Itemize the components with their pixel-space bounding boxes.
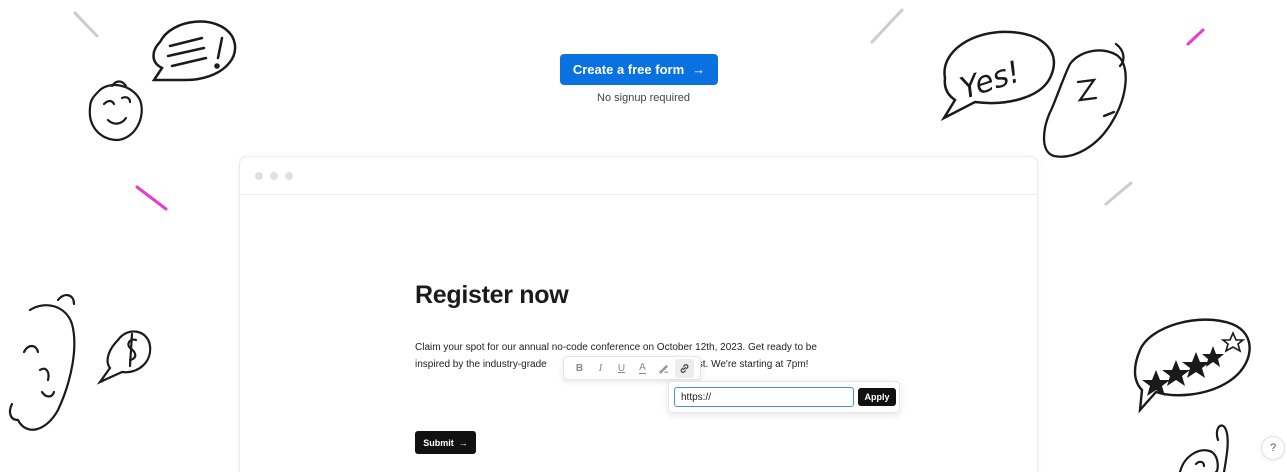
highlight-button[interactable] bbox=[654, 359, 673, 378]
italic-button[interactable]: I bbox=[591, 359, 610, 378]
window-dot-icon bbox=[270, 172, 278, 180]
landing-page: Yes! Create a free form → No signup requ… bbox=[0, 0, 1287, 472]
highlight-icon bbox=[659, 364, 669, 374]
face-doodle-bottom-right-icon bbox=[1178, 424, 1229, 472]
underline-button[interactable]: U bbox=[612, 359, 631, 378]
link-url-input[interactable] bbox=[674, 387, 854, 407]
submit-button[interactable]: Submit → bbox=[415, 431, 476, 454]
face-doodle-bottom-icon bbox=[8, 294, 76, 431]
help-button[interactable]: ? bbox=[1261, 436, 1285, 460]
headline-clipped bbox=[0, 0, 1287, 4]
stars-bubble-icon bbox=[1133, 318, 1251, 414]
form-title: Register now bbox=[415, 281, 569, 309]
window-dot-icon bbox=[255, 172, 263, 180]
link-button[interactable] bbox=[675, 358, 694, 378]
speech-bubble-icon bbox=[151, 20, 237, 82]
window-dot-icon bbox=[285, 172, 293, 180]
bold-button[interactable]: B bbox=[570, 359, 589, 378]
cta-label: Create a free form bbox=[572, 62, 685, 77]
create-free-form-button[interactable]: Create a free form → bbox=[560, 54, 718, 85]
text-format-toolbar: B I U A bbox=[563, 356, 701, 380]
description-line-1: Claim your spot for our annual no-code c… bbox=[415, 342, 817, 353]
text-color-icon: A bbox=[639, 361, 646, 374]
window-titlebar bbox=[240, 157, 1037, 195]
yes-speech-bubble-icon bbox=[940, 30, 1056, 122]
link-icon bbox=[680, 363, 689, 373]
link-popover: Apply bbox=[668, 381, 900, 413]
arrow-right-icon: → bbox=[458, 437, 468, 448]
bold-icon: B bbox=[575, 362, 584, 374]
arrow-right-icon: → bbox=[692, 62, 706, 77]
description-line-2-start: inspired by the industry-grade bbox=[415, 359, 547, 370]
browser-window-preview: Register now Claim your spot for our ann… bbox=[239, 156, 1038, 472]
face-doodle-icon bbox=[88, 80, 143, 142]
stars-doodle bbox=[1142, 346, 1224, 396]
cta-subtext: No signup required bbox=[597, 92, 690, 104]
submit-label: Submit bbox=[423, 437, 454, 448]
underline-icon: U bbox=[617, 362, 626, 374]
text-color-button[interactable]: A bbox=[633, 359, 652, 378]
italic-icon: I bbox=[598, 362, 603, 374]
dollar-bubble-icon bbox=[96, 330, 152, 385]
apply-link-button[interactable]: Apply bbox=[858, 388, 896, 406]
